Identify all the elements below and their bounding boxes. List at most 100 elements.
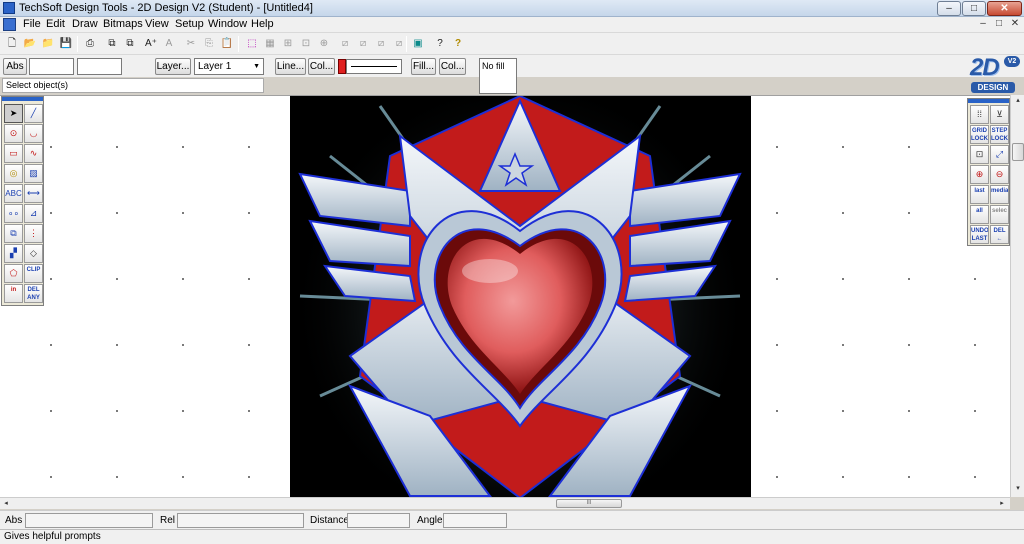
text-style-icon[interactable]: A [161, 36, 177, 52]
line-tool[interactable]: ╱ [24, 104, 43, 123]
scroll-up-icon[interactable]: ▴ [1012, 95, 1024, 107]
fill-button[interactable]: Fill... [411, 58, 436, 75]
circle-tool[interactable]: ⊙ [4, 124, 23, 143]
scroll-down-icon[interactable]: ▾ [1012, 483, 1024, 495]
text-tool[interactable]: ABC [4, 184, 23, 203]
layer-select-value: Layer 1 [198, 61, 232, 72]
arc-tool[interactable]: ◡ [24, 124, 43, 143]
menu-help[interactable]: Help [251, 18, 274, 30]
tool-icon-3[interactable]: ⊡ [298, 36, 314, 52]
paste-view-icon[interactable]: ⧉ [122, 36, 138, 52]
tool-icon-7[interactable]: ⧄ [373, 36, 389, 52]
vertical-scroll-thumb[interactable] [1012, 143, 1024, 161]
in-tool[interactable]: in [4, 284, 23, 303]
curve-tool[interactable]: ∿ [24, 144, 43, 163]
text-add-icon[interactable]: A⁺ [143, 36, 159, 52]
hatch-tool[interactable]: ▨ [24, 164, 43, 183]
trim-tool[interactable]: ⊿ [24, 204, 43, 223]
line-button[interactable]: Line... [275, 58, 306, 75]
left-tool-palette: ➤ ╱ ⊙ ◡ ▭ ∿ ◎ ▨ ABC ⟷ ∘∘ ⊿ ⧉ ⋮ ▞ ◇ ⬠ CLI… [1, 96, 44, 306]
abs-y-field[interactable] [77, 58, 122, 75]
zoom-select-button[interactable]: selec [990, 205, 1009, 224]
pin-icon[interactable]: ⊻ [990, 105, 1009, 124]
snap-center-button[interactable]: ⊡ [970, 145, 989, 164]
tool-icon-5[interactable]: ⧄ [337, 36, 353, 52]
menu-edit[interactable]: Edit [46, 18, 65, 30]
abs-x-field[interactable] [29, 58, 74, 75]
offset-tool[interactable]: ◎ [4, 164, 23, 183]
mdi-close-button[interactable]: ✕ [1008, 18, 1022, 31]
points-tool[interactable]: ∘∘ [4, 204, 23, 223]
document-icon[interactable] [3, 18, 16, 31]
tool-icon-1[interactable]: ▦ [262, 36, 278, 52]
tool-icon-2[interactable]: ⊞ [280, 36, 296, 52]
transform-tool[interactable]: ▞ [4, 244, 23, 263]
horizontal-scroll-thumb[interactable]: III [556, 499, 622, 508]
zoom-all-button[interactable]: all [970, 205, 989, 224]
grid-lock-button[interactable]: GRID LOCK [970, 125, 989, 144]
paste-icon[interactable]: 📋 [219, 36, 235, 52]
dimension-tool[interactable]: ⟷ [24, 184, 43, 203]
zoom-media-button[interactable]: media [990, 185, 1009, 204]
fill-color-button[interactable]: Col... [439, 58, 466, 75]
help-icon[interactable]: ? [450, 36, 466, 52]
line-style-sample[interactable] [346, 59, 402, 74]
fill-preview[interactable]: No fill [479, 58, 517, 94]
open-file-icon[interactable]: 📂 [22, 36, 38, 52]
copy-view-icon[interactable]: ⧉ [104, 36, 120, 52]
menu-setup[interactable]: Setup [175, 18, 204, 30]
menu-draw[interactable]: Draw [72, 18, 98, 30]
abs-button[interactable]: Abs [3, 58, 27, 75]
mdi-minimize-button[interactable]: – [976, 18, 990, 31]
tool-icon-4[interactable]: ⊕ [316, 36, 332, 52]
horizontal-scrollbar[interactable]: ◂ III ▸ [0, 497, 1010, 509]
snap-line-button[interactable]: ⤢ [990, 145, 1009, 164]
whats-this-icon[interactable]: ? [432, 36, 448, 52]
grid-toggle[interactable]: ⁞⁞ [970, 105, 989, 124]
app-icon[interactable] [3, 2, 15, 14]
tool-icon-8[interactable]: ⧄ [391, 36, 407, 52]
properties-bar: Abs Layer... Layer 1 ▼ Line... Col... Fi… [0, 55, 1024, 94]
menu-file[interactable]: File [23, 18, 41, 30]
erase-tool[interactable]: ◇ [24, 244, 43, 263]
new-file-icon[interactable]: 🗋 [4, 36, 20, 52]
menu-view[interactable]: View [145, 18, 169, 30]
zoom-in-button[interactable]: ⊕ [970, 165, 989, 184]
rectangle-tool[interactable]: ▭ [4, 144, 23, 163]
undo-last-button[interactable]: UNDO LAST [970, 225, 989, 244]
line-color-swatch[interactable] [338, 59, 346, 74]
mdi-restore-button[interactable]: □ [992, 18, 1006, 31]
cut-icon[interactable]: ✂ [183, 36, 199, 52]
scroll-left-icon[interactable]: ◂ [0, 498, 12, 509]
polygon-tool[interactable]: ⬠ [4, 264, 23, 283]
toolbar-separator [406, 36, 407, 52]
select-icon[interactable]: ⬚ [244, 36, 260, 52]
maximize-button[interactable]: □ [962, 1, 986, 16]
print-icon[interactable]: ⎙ [82, 36, 98, 52]
layer-select[interactable]: Layer 1 ▼ [194, 58, 264, 75]
minimize-button[interactable]: – [937, 1, 961, 16]
layer-button[interactable]: Layer... [155, 58, 191, 75]
drawing-canvas[interactable] [0, 95, 1010, 497]
zoom-last-button[interactable]: last [970, 185, 989, 204]
del-any-tool[interactable]: DEL ANY [24, 284, 43, 303]
scroll-right-icon[interactable]: ▸ [996, 498, 1008, 509]
pointer-tool[interactable]: ➤ [4, 104, 23, 123]
close-button[interactable]: ✕ [987, 1, 1022, 16]
clip-tool[interactable]: CLIP [24, 264, 43, 283]
group-tool[interactable]: ⧉ [4, 224, 23, 243]
badge-bitmap[interactable] [290, 96, 751, 497]
save-icon[interactable]: 💾 [58, 36, 74, 52]
array-tool[interactable]: ⋮ [24, 224, 43, 243]
menu-bitmaps[interactable]: Bitmaps [103, 18, 143, 30]
open-folder-icon[interactable]: 📁 [40, 36, 56, 52]
zoom-out-button[interactable]: ⊖ [990, 165, 1009, 184]
del-button[interactable]: DEL ← [990, 225, 1009, 244]
tool-icon-6[interactable]: ⧄ [355, 36, 371, 52]
menu-window[interactable]: Window [208, 18, 247, 30]
screen-icon[interactable]: ▣ [410, 36, 426, 52]
copy-icon[interactable]: ⎘ [201, 36, 217, 52]
line-color-button[interactable]: Col... [308, 58, 335, 75]
step-lock-button[interactable]: STEP LOCK [990, 125, 1009, 144]
vertical-scrollbar[interactable]: ▴ ▾ [1010, 95, 1024, 497]
